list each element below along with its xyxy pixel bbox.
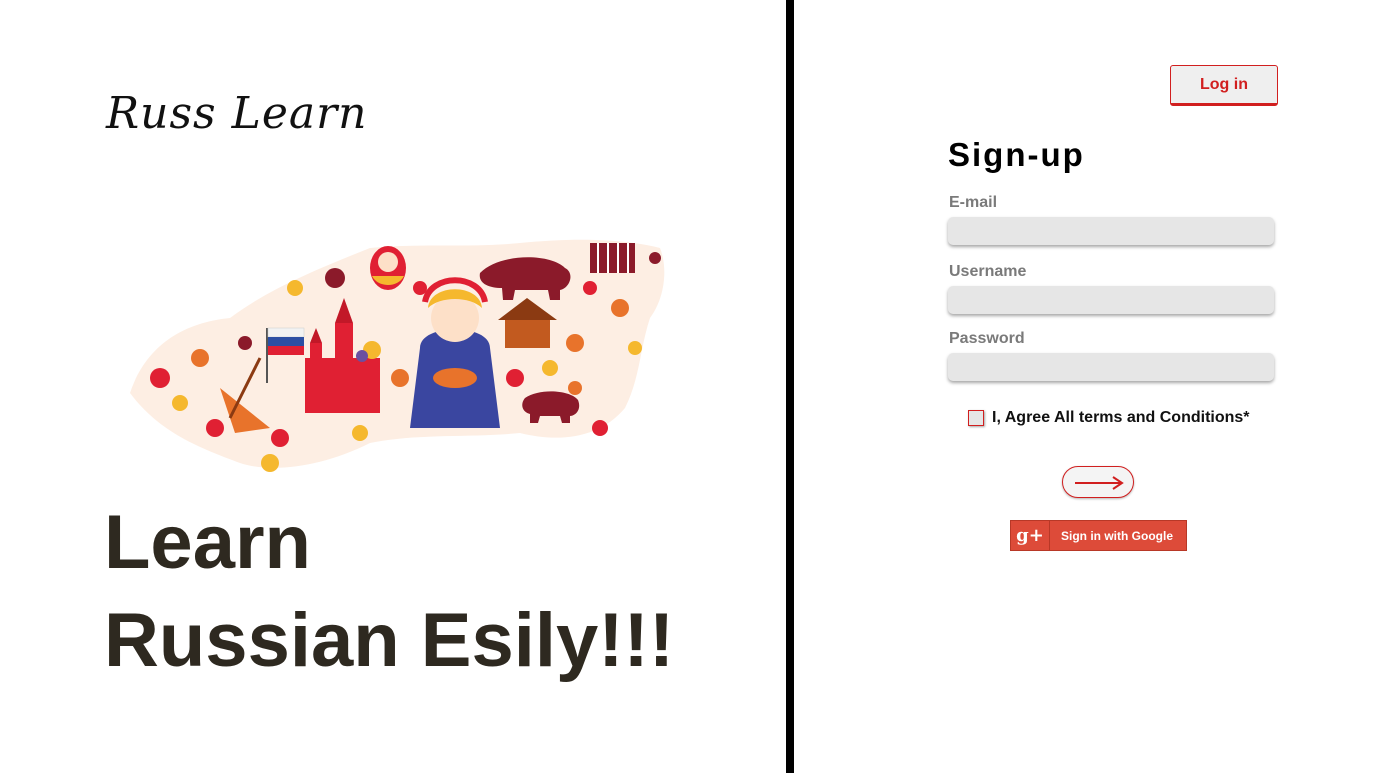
google-signin-label: Sign in with Google bbox=[1061, 528, 1173, 543]
username-field[interactable] bbox=[948, 286, 1274, 314]
vertical-divider bbox=[786, 0, 794, 773]
left-panel: Russ Learn Learn Russian Esily!!! bbox=[0, 0, 786, 773]
login-button[interactable]: Log in bbox=[1170, 65, 1278, 106]
accordion-icon bbox=[590, 243, 635, 273]
headline-line-2: Russian Esily!!! bbox=[104, 598, 675, 683]
signup-title: Sign-up bbox=[948, 136, 1085, 173]
headline-line-1: Learn bbox=[104, 500, 311, 585]
google-plus-icon: g+ bbox=[1011, 521, 1050, 550]
hero-headline: Learn Russian Esily!!! bbox=[104, 494, 674, 690]
terms-label: I, Agree All terms and Conditions* bbox=[992, 409, 1250, 426]
signup-panel: Log in Sign-up E-mail Username Password … bbox=[794, 0, 1400, 773]
email-field[interactable] bbox=[948, 217, 1274, 245]
russia-map-illustration bbox=[130, 239, 665, 472]
password-field[interactable] bbox=[948, 353, 1274, 381]
google-signin-button[interactable]: g+ Sign in with Google bbox=[1010, 520, 1187, 551]
matryoshka-icon bbox=[370, 246, 406, 290]
terms-checkbox[interactable] bbox=[968, 410, 984, 426]
arrow-right-icon bbox=[1075, 476, 1124, 490]
submit-button[interactable] bbox=[1062, 466, 1134, 498]
username-label: Username bbox=[949, 263, 1027, 280]
logo: Russ Learn bbox=[106, 88, 368, 139]
email-label: E-mail bbox=[949, 194, 998, 211]
terms-agreement: I, Agree All terms and Conditions* bbox=[968, 409, 1250, 427]
password-label: Password bbox=[949, 330, 1025, 347]
